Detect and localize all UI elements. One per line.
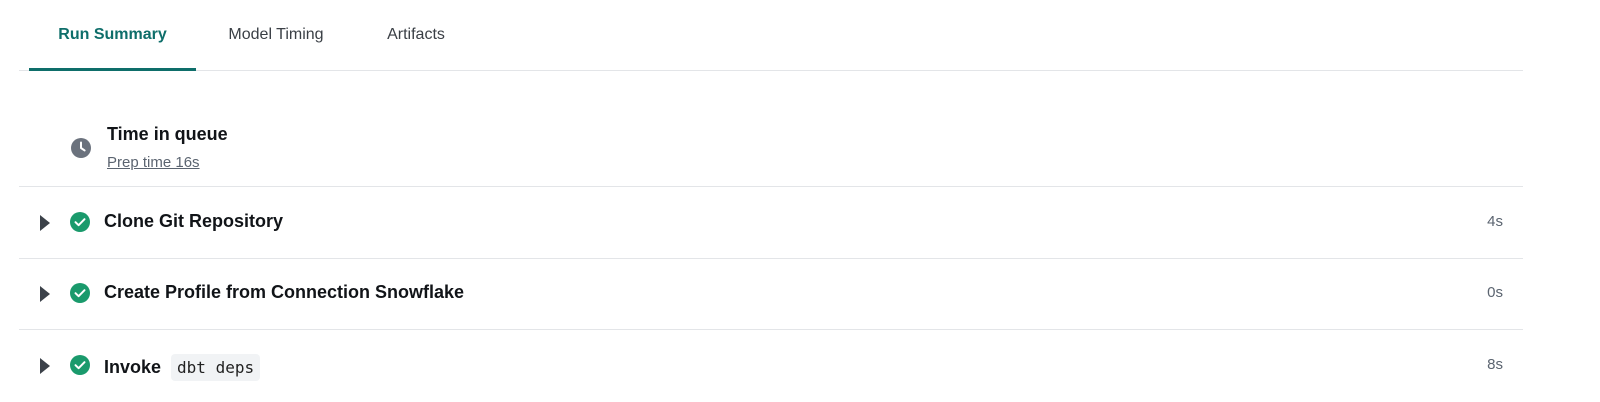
step-row-invoke-dbt-deps[interactable]: Invoke dbt deps 8s	[19, 330, 1523, 401]
step-title: Create Profile from Connection Snowflake	[104, 282, 464, 303]
step-duration: 4s	[1487, 213, 1503, 230]
step-title-text: Clone Git Repository	[104, 211, 284, 231]
step-title-text: Invoke	[104, 357, 162, 377]
step-title-text: Create Profile from Connection Snowflake	[104, 282, 465, 302]
step-command-code: dbt deps	[171, 354, 261, 381]
clock-icon	[71, 138, 91, 158]
queue-row: Time in queue Prep time 16s	[19, 110, 1523, 187]
step-row-create-profile[interactable]: Create Profile from Connection Snowflake…	[19, 258, 1523, 330]
step-title: Clone Git Repository	[104, 211, 283, 232]
step-row-clone-git-repository[interactable]: Clone Git Repository 4s	[19, 187, 1523, 259]
expand-caret-icon[interactable]	[40, 286, 50, 302]
step-title: Invoke dbt deps	[104, 354, 261, 381]
expand-caret-icon[interactable]	[40, 358, 50, 374]
expand-caret-icon[interactable]	[40, 215, 50, 231]
success-check-icon	[70, 355, 90, 375]
step-duration: 8s	[1487, 356, 1503, 373]
tab-bar: Run Summary Model Timing Artifacts	[19, 0, 1523, 71]
prep-time-link[interactable]: Prep time 16s	[107, 154, 200, 171]
success-check-icon	[70, 212, 90, 232]
tab-run-summary[interactable]: Run Summary	[29, 0, 196, 71]
success-check-icon	[70, 283, 90, 303]
tab-artifacts[interactable]: Artifacts	[374, 0, 458, 70]
queue-title: Time in queue	[107, 124, 228, 144]
step-duration: 0s	[1487, 284, 1503, 301]
tab-model-timing[interactable]: Model Timing	[209, 0, 343, 70]
